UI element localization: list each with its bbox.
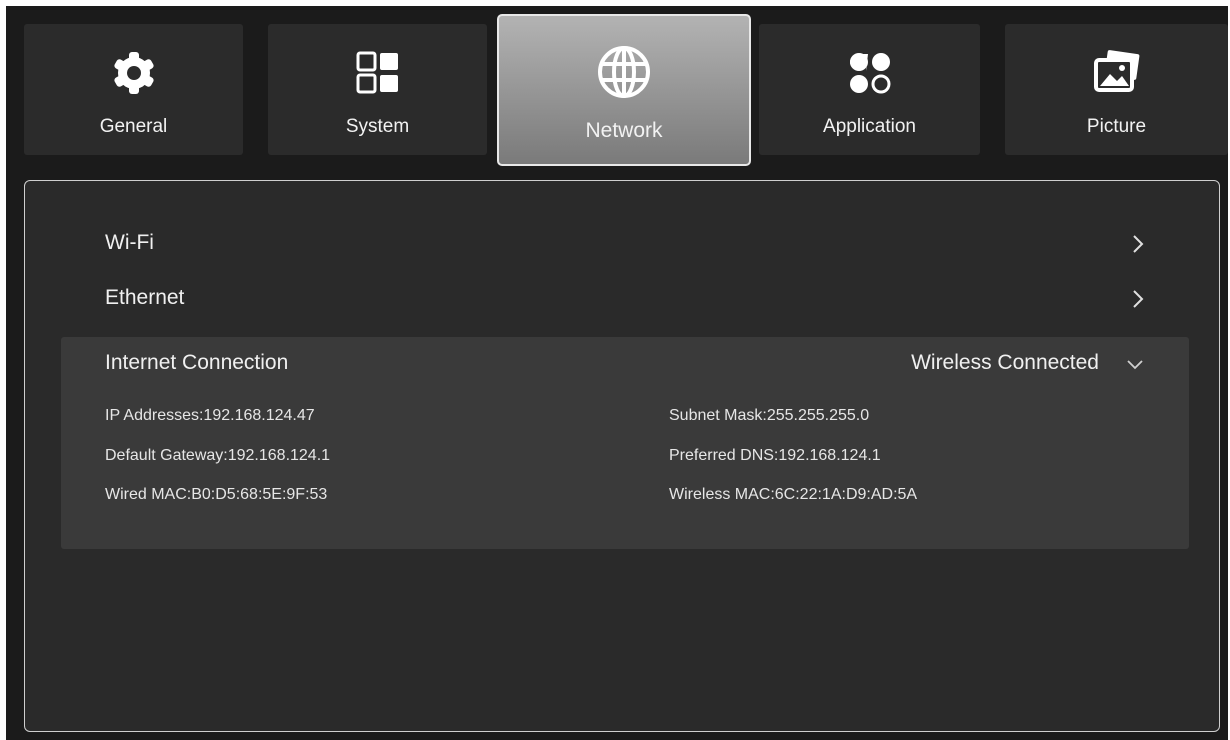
- preferred-dns: Preferred DNS:192.168.124.1: [669, 447, 881, 464]
- network-panel: Wi-Fi Ethernet Internet Connection Wirel…: [24, 180, 1220, 732]
- tab-network[interactable]: Network: [497, 14, 751, 166]
- ip-address: IP Addresses:192.168.124.47: [105, 407, 315, 424]
- chevron-right-icon: [1133, 235, 1144, 253]
- tab-picture[interactable]: Picture: [1005, 24, 1228, 155]
- menu-item-wifi[interactable]: Wi-Fi: [105, 231, 1145, 261]
- tab-label: Application: [823, 116, 916, 137]
- picture-icon: [1093, 50, 1139, 92]
- wireless-mac: Wireless MAC:6C:22:1A:D9:AD:5A: [669, 486, 918, 503]
- wifi-label: Wi-Fi: [105, 231, 154, 254]
- windows-icon: [356, 51, 398, 94]
- default-gateway: Default Gateway:192.168.124.1: [105, 447, 331, 464]
- wired-mac: Wired MAC:B0:D5:68:5E:9F:53: [105, 486, 328, 503]
- menu-item-ethernet[interactable]: Ethernet: [105, 286, 1145, 316]
- tab-label: General: [99, 116, 168, 137]
- tab-general[interactable]: General: [24, 24, 243, 155]
- internet-connection-title: Internet Connection: [105, 351, 289, 374]
- tab-label: System: [345, 116, 410, 137]
- subnet-mask: Subnet Mask:255.255.255.0: [669, 407, 870, 424]
- chevron-right-icon: [1133, 290, 1144, 308]
- connection-status: Wireless Connected: [911, 351, 1099, 374]
- tab-label: Network: [585, 119, 663, 142]
- internet-connection-section[interactable]: Internet Connection Wireless Connected I…: [61, 337, 1189, 549]
- ethernet-label: Ethernet: [105, 286, 185, 309]
- settings-screen: General System Network Application Pictu…: [6, 6, 1228, 740]
- chevron-down-icon[interactable]: [1125, 357, 1145, 371]
- tab-label: Picture: [1086, 116, 1147, 137]
- gear-icon: [113, 52, 154, 94]
- tab-system[interactable]: System: [268, 24, 487, 155]
- globe-icon: [598, 46, 650, 98]
- apps-icon: [849, 53, 890, 94]
- tab-application[interactable]: Application: [759, 24, 980, 155]
